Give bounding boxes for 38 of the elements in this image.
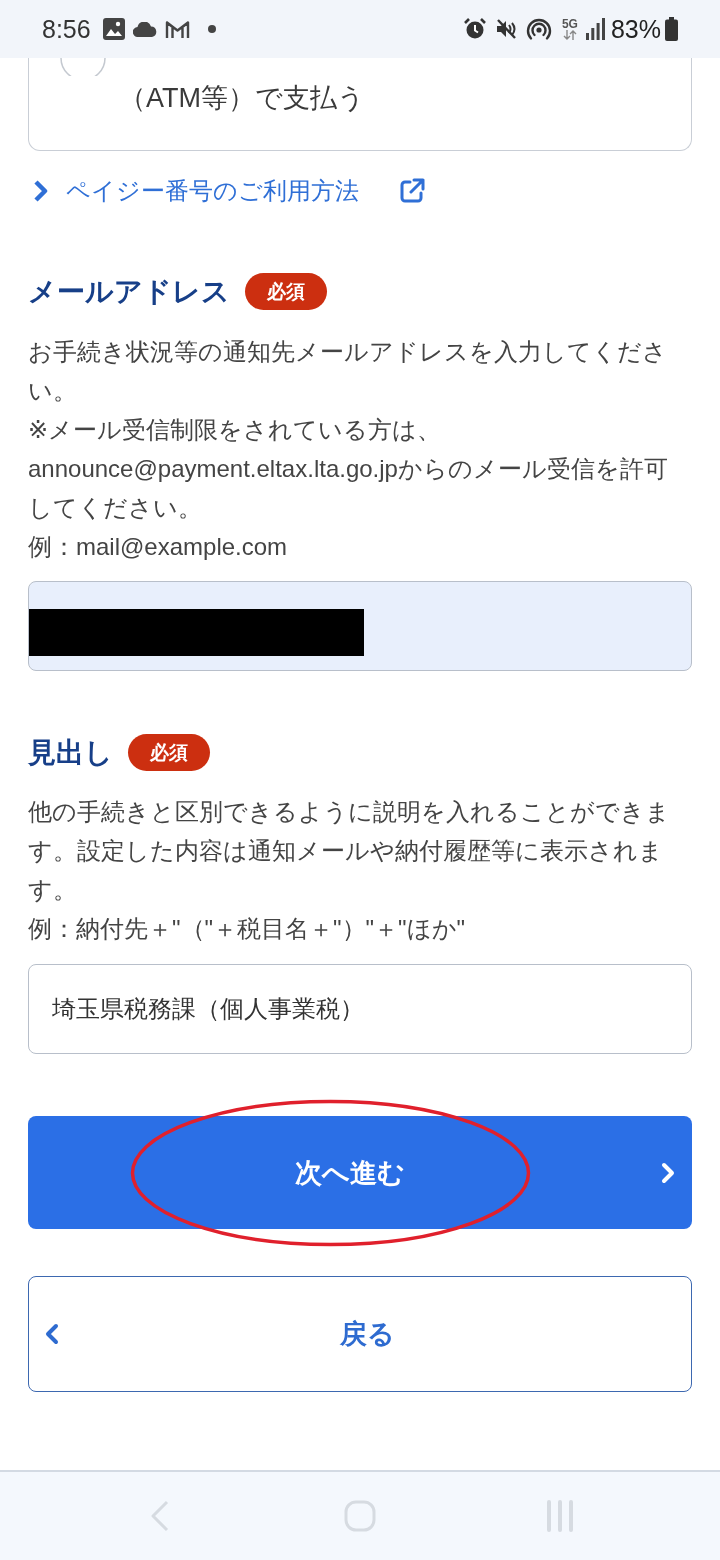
- signal-icon: [585, 18, 605, 40]
- home-icon[interactable]: [344, 1500, 376, 1532]
- payment-option-card[interactable]: （ATM等）で支払う: [28, 58, 692, 151]
- alarm-icon: [462, 17, 487, 41]
- back-button[interactable]: 戻る: [28, 1276, 692, 1392]
- chevron-right-icon: [661, 1161, 676, 1184]
- image-icon: [102, 18, 125, 40]
- external-link-icon: [399, 178, 425, 204]
- mute-icon: [494, 18, 518, 40]
- required-badge: 必須: [128, 734, 210, 771]
- help-link[interactable]: ペイジー番号のご利用方法: [33, 176, 425, 206]
- field-label: メールアドレス: [28, 274, 230, 309]
- dot-icon: [207, 25, 216, 33]
- field-description: 例：納付先＋"（"＋税目名＋"）"＋"ほか": [28, 914, 467, 944]
- mail-icon: [164, 19, 190, 39]
- field-description: 他の手続きと区別できるように説明を入れることができます。設定した内容は通知メールや納付履歴等に表示されます。: [28, 797, 671, 905]
- back-icon[interactable]: [149, 1499, 171, 1533]
- field-label: 見出し: [28, 735, 113, 770]
- required-badge: 必須: [245, 273, 327, 310]
- text-input-field[interactable]: 埼玉県税務課（個人事業税）: [28, 964, 692, 1054]
- status-time: 8:56: [42, 14, 91, 44]
- recent-apps-icon[interactable]: [545, 1500, 575, 1532]
- data-arrows-icon: [562, 30, 577, 40]
- field-description: announce@payment.eltax.lta.go.jpからのメール受信を許可してください。: [28, 454, 669, 523]
- field-description: ※メール受信制限をされている方は、: [28, 415, 443, 445]
- chevron-right-icon: [33, 179, 48, 203]
- cloud-icon: [132, 21, 157, 37]
- chevron-left-icon: [44, 1323, 59, 1345]
- payment-option-label: （ATM等）で支払う: [119, 82, 365, 115]
- next-button[interactable]: 次へ進む: [28, 1116, 692, 1229]
- battery-icon: [665, 17, 678, 41]
- network-type: 5G: [561, 18, 578, 30]
- radio-button-icon[interactable]: [60, 58, 106, 76]
- text-input-field[interactable]: [28, 581, 692, 671]
- battery-percent: 83%: [610, 14, 661, 44]
- field-description: 例：mail@example.com: [28, 532, 289, 562]
- field-description: お手続き状況等の通知先メールアドレスを入力してください。: [28, 337, 668, 406]
- hotspot-icon: [525, 16, 552, 42]
